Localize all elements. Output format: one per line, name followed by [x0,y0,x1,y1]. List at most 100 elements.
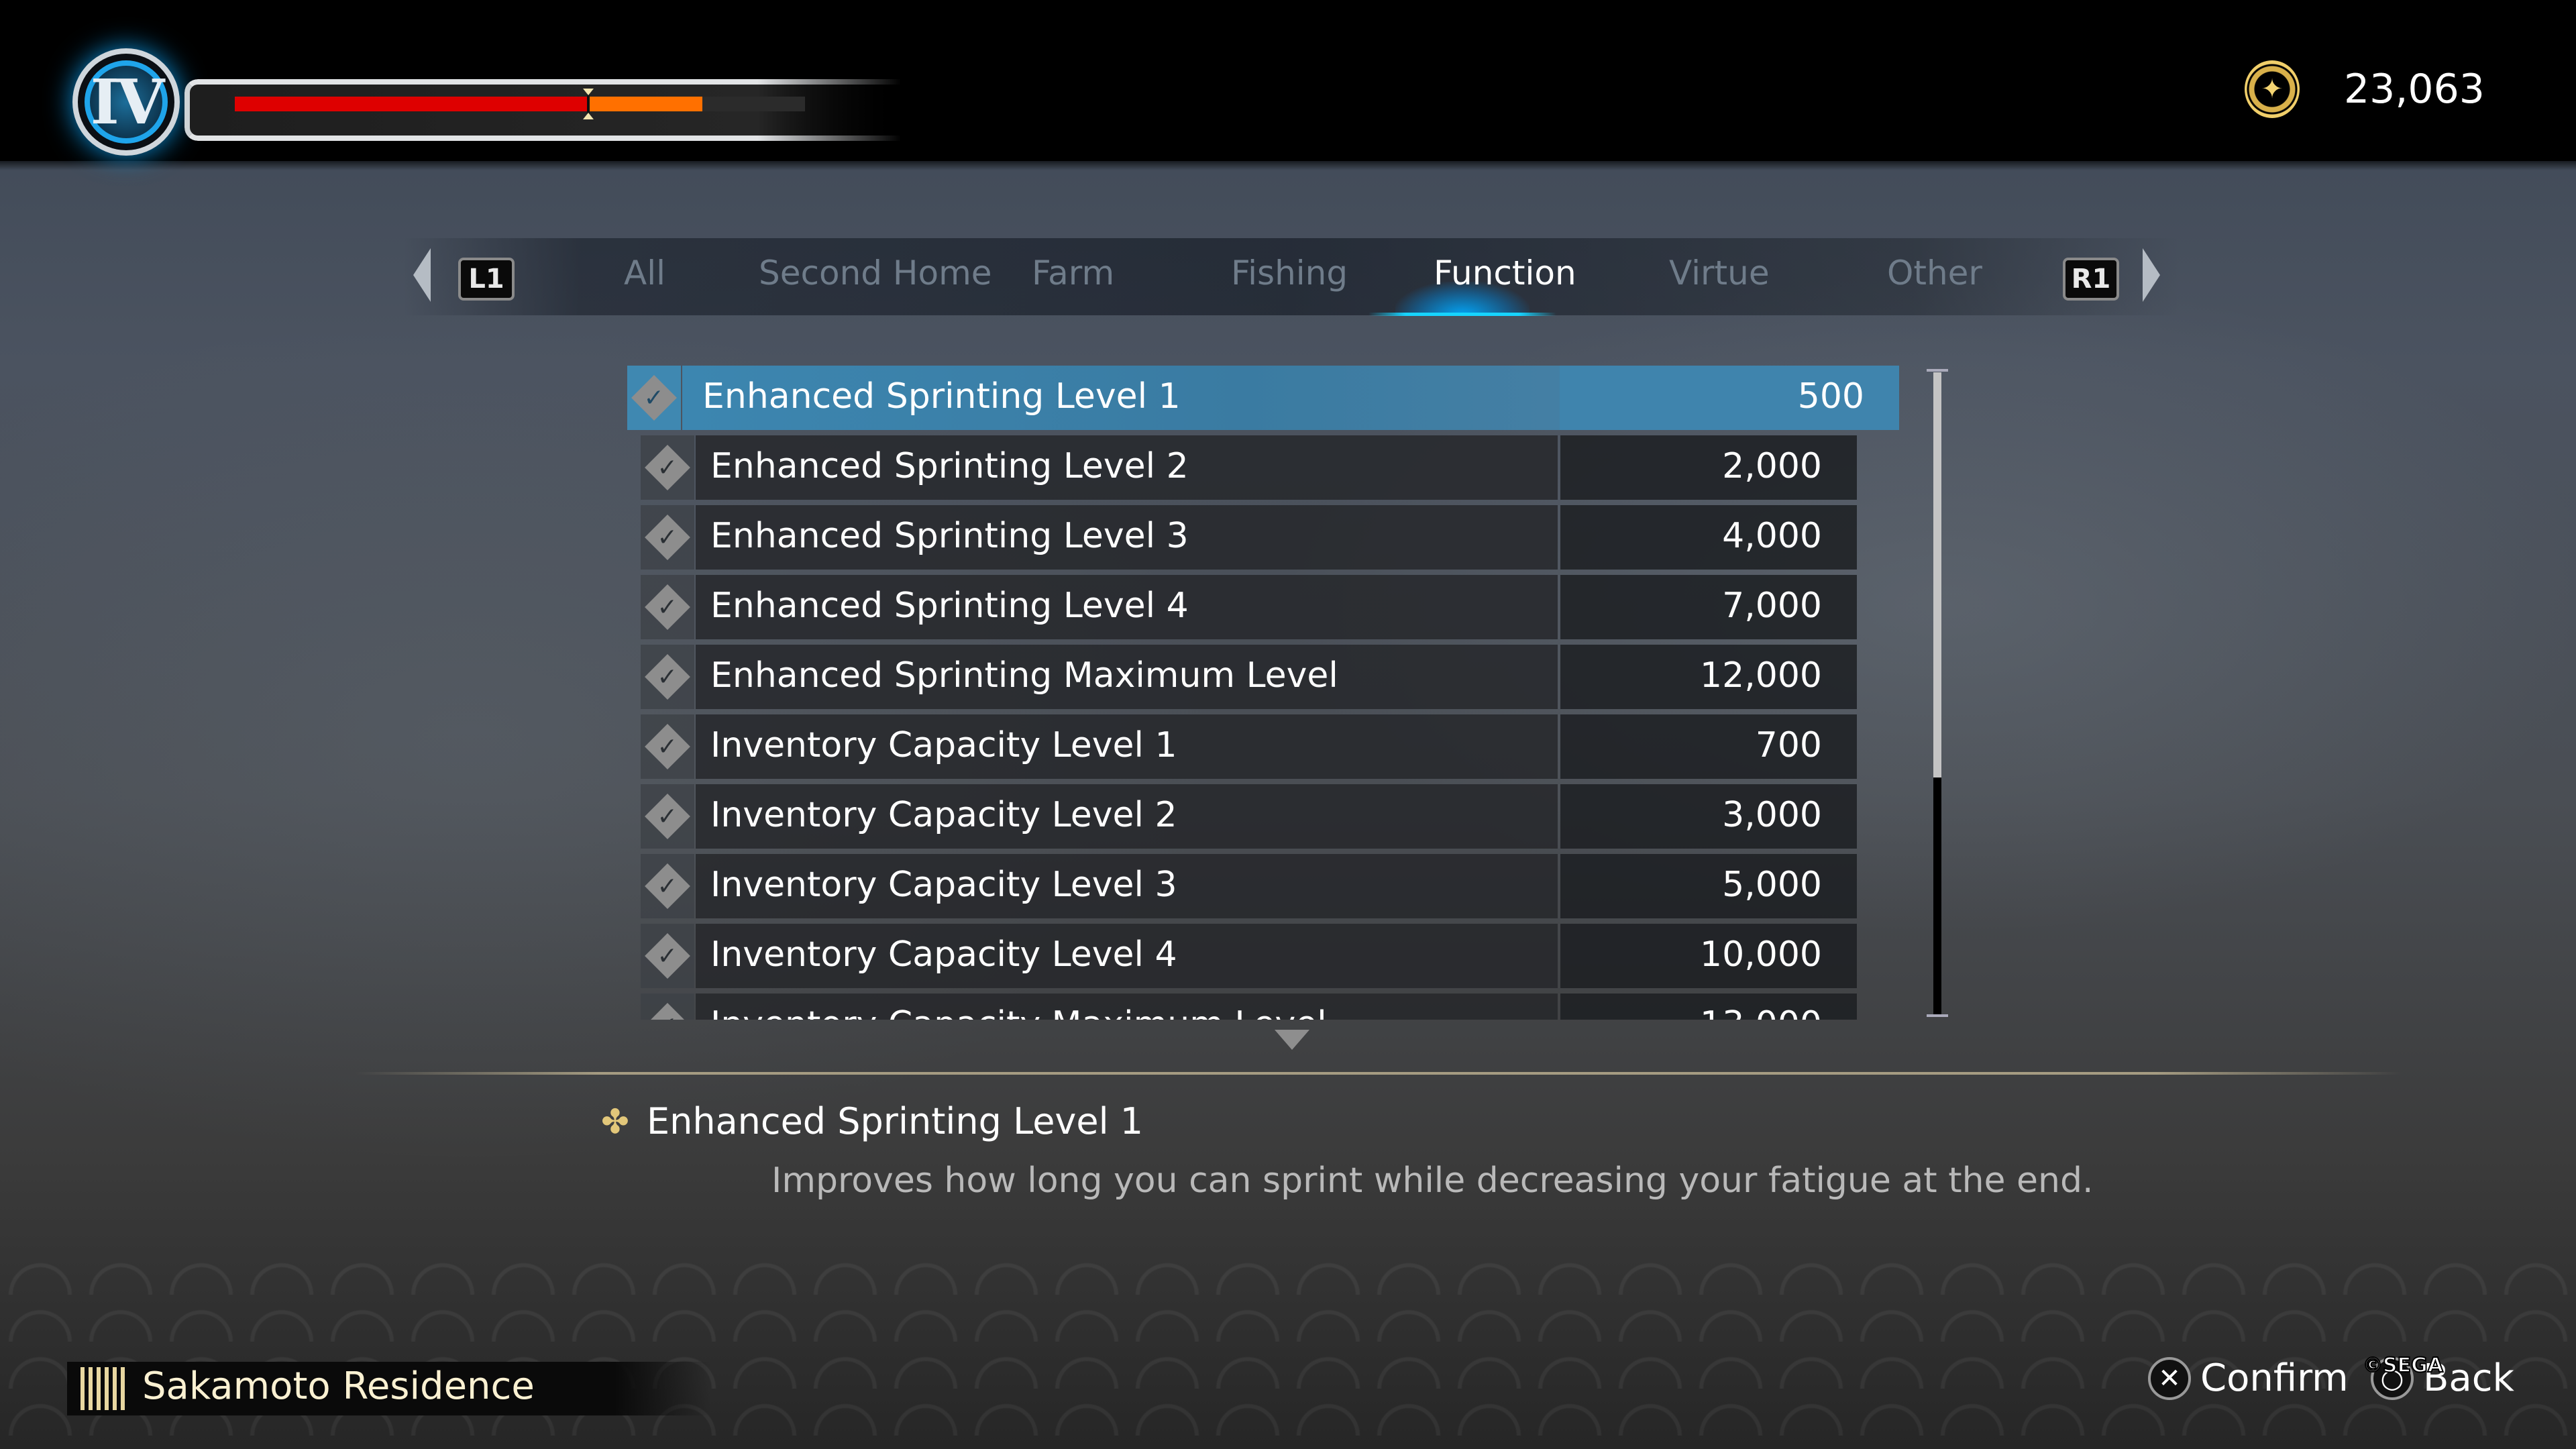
health-bar [235,89,805,119]
item-price: 2,000 [1722,446,1822,486]
checkmark-diamond-icon: ✓ [645,654,690,700]
cross-button-icon: ✕ [2148,1356,2191,1400]
item-name: Enhanced Sprinting Maximum Level [710,655,1338,696]
item-price-cell: 4,000 [1560,505,1857,570]
purchased-check-cell: ✓ [641,854,694,918]
location-name: Sakamoto Residence [142,1364,535,1408]
item-price: 700 [1755,725,1822,765]
tab-virtue[interactable]: Virtue [1669,254,1770,292]
scrollbar-top-cap [1927,369,1948,372]
purchased-check-cell: ✓ [641,714,694,779]
item-name-cell: Inventory Capacity Level 2 [696,784,1558,849]
checkmark-diamond-icon: ✓ [645,794,690,839]
list-item[interactable]: ✓ Inventory Capacity Level 2 3,000 [641,784,1857,849]
item-name: Enhanced Sprinting Level 1 [702,376,1181,417]
item-name-cell: Inventory Capacity Level 3 [696,854,1558,918]
item-price: 4,000 [1722,516,1822,556]
r1-button[interactable]: R1 [2063,258,2119,301]
tab-fishing[interactable]: Fishing [1231,254,1348,292]
active-tab-underline [1368,313,1556,316]
checkmark-diamond-icon: ✓ [645,724,690,769]
item-price-cell: 10,000 [1560,924,1857,988]
level-emblem: IV [72,48,180,156]
list-item[interactable]: ✓ Inventory Capacity Level 4 10,000 [641,924,1857,988]
item-name-cell: Enhanced Sprinting Level 3 [696,505,1558,570]
tab-second-home[interactable]: Second Home [759,254,992,292]
checkmark-diamond-icon: ✓ [645,1003,690,1020]
checkmark-diamond-icon: ✓ [645,933,690,979]
item-name-cell: Inventory Capacity Level 4 [696,924,1558,988]
health-bar-current [235,97,588,111]
list-item[interactable]: ✓ Enhanced Sprinting Level 1 500 [627,366,1899,431]
item-name: Enhanced Sprinting Level 3 [710,516,1189,556]
item-price: 10,000 [1700,934,1822,975]
location-crest-icon [80,1367,127,1410]
item-name-cell: Inventory Capacity Maximum Level [696,994,1558,1020]
tab-other[interactable]: Other [1887,254,1982,292]
scroll-down-arrow-icon[interactable] [1275,1030,1309,1050]
tab-all[interactable]: All [624,254,665,292]
purchased-check-cell: ✓ [641,575,694,639]
money-amount: 23,063 [2344,66,2485,113]
list-item[interactable]: ✓ Enhanced Sprinting Level 2 2,000 [641,435,1857,500]
checkmark-diamond-icon: ✓ [631,375,677,421]
purchased-check-cell: ✓ [641,924,694,988]
flower-crest-icon: ✤ [601,1102,629,1141]
item-name-cell: Enhanced Sprinting Level 1 [682,366,1615,430]
item-name-cell: Enhanced Sprinting Level 2 [696,435,1558,500]
description-title: Enhanced Sprinting Level 1 [647,1100,1144,1142]
upgrade-list: ✓ Enhanced Sprinting Level 1 500 ✓ Enhanced … [627,366,1902,1020]
item-name: Inventory Capacity Level 4 [710,934,1177,975]
item-name: Enhanced Sprinting Level 4 [710,586,1189,626]
scrollbar-thumb[interactable] [1933,372,1941,777]
checkmark-diamond-icon: ✓ [645,445,690,490]
item-name-cell: Inventory Capacity Level 1 [696,714,1558,779]
description-divider [356,1072,2402,1075]
item-price: 7,000 [1722,586,1822,626]
brush-edge [0,153,2576,170]
purchased-check-cell: ✓ [641,994,694,1020]
chevron-left-icon[interactable] [413,248,431,302]
item-price-cell: 700 [1560,714,1857,779]
item-price-cell: 500 [1560,366,1899,430]
scrollbar[interactable] [1933,372,1941,1015]
item-price-cell: 12,000 [1560,645,1857,709]
tab-function[interactable]: Function [1434,254,1576,292]
item-price-cell: 3,000 [1560,784,1857,849]
item-price-cell: 7,000 [1560,575,1857,639]
item-price: 13,000 [1700,1004,1822,1020]
item-price: 5,000 [1722,865,1822,905]
checkmark-diamond-icon: ✓ [645,863,690,909]
purchased-check-cell: ✓ [641,645,694,709]
l1-button[interactable]: L1 [458,258,515,301]
chevron-right-icon[interactable] [2143,248,2160,302]
tab-farm[interactable]: Farm [1032,254,1114,292]
item-name: Inventory Capacity Maximum Level [710,1004,1327,1020]
item-name-cell: Enhanced Sprinting Maximum Level [696,645,1558,709]
purchased-check-cell: ✓ [627,366,681,430]
list-item[interactable]: ✓ Inventory Capacity Maximum Level 13,000 [641,994,1857,1020]
list-item[interactable]: ✓ Inventory Capacity Level 1 700 [641,714,1857,779]
wave-pattern-background [0,1248,2576,1449]
item-name: Inventory Capacity Level 2 [710,795,1177,835]
confirm-label: Confirm [2200,1356,2349,1400]
level-numeral: IV [90,66,164,138]
list-item[interactable]: ✓ Enhanced Sprinting Level 3 4,000 [641,505,1857,570]
coin-icon: ✦ [2245,60,2300,118]
list-item[interactable]: ✓ Enhanced Sprinting Maximum Level 12,000 [641,645,1857,709]
description-text: Improves how long you can sprint while d… [771,1161,2094,1201]
item-price-cell: 5,000 [1560,854,1857,918]
item-name: Inventory Capacity Level 3 [710,865,1177,905]
health-bar-recoverable [588,97,702,111]
confirm-prompt[interactable]: ✕ Confirm [2148,1356,2349,1400]
checkmark-diamond-icon: ✓ [645,584,690,630]
purchased-check-cell: ✓ [641,784,694,849]
item-price-cell: 13,000 [1560,994,1857,1020]
copyright-text: ©SEGA [2362,1353,2444,1378]
health-bar-marker [583,89,594,119]
list-item[interactable]: ✓ Enhanced Sprinting Level 4 7,000 [641,575,1857,639]
item-price: 500 [1797,376,1864,417]
checkmark-diamond-icon: ✓ [645,515,690,560]
list-item[interactable]: ✓ Inventory Capacity Level 3 5,000 [641,854,1857,918]
item-name: Inventory Capacity Level 1 [710,725,1177,765]
